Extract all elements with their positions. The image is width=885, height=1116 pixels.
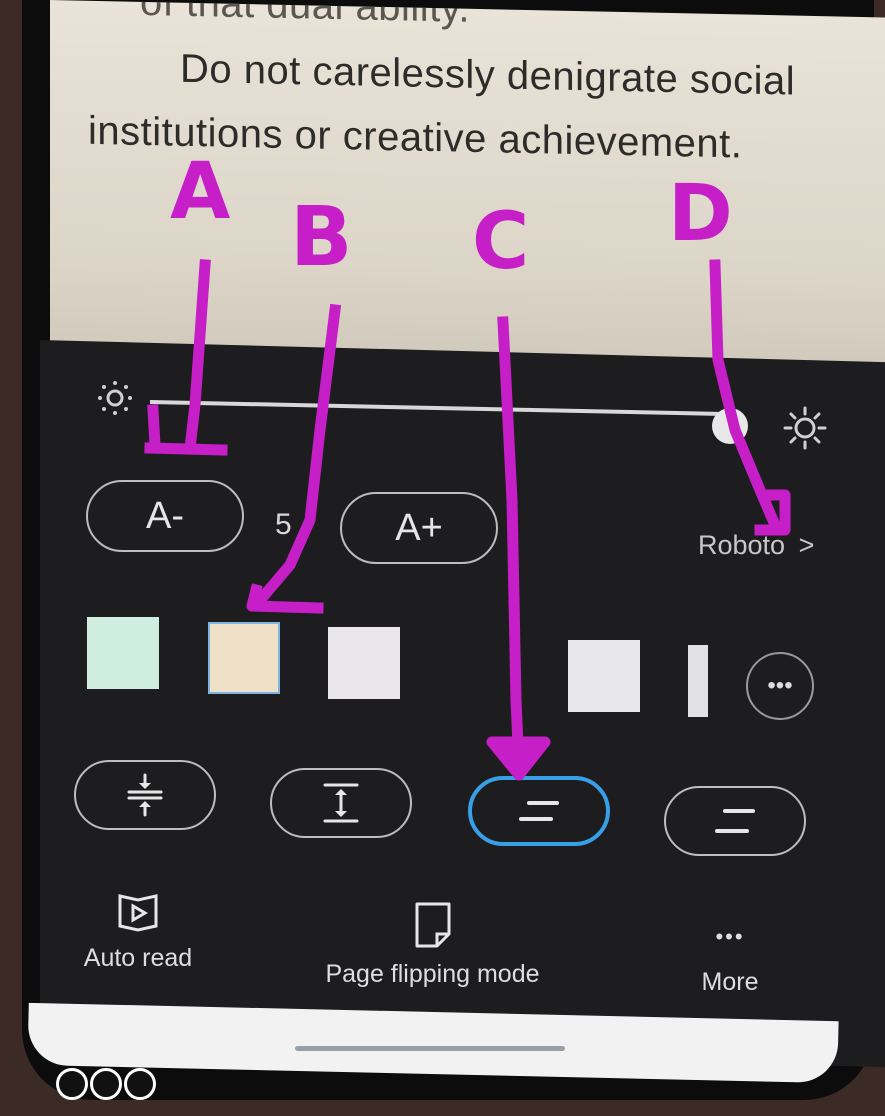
- annotation-overlay: A B C D: [144, 147, 791, 781]
- annotation-label-b: B: [290, 190, 353, 285]
- annotation-label-a: A: [170, 147, 230, 237]
- annotation-label-c: C: [472, 197, 529, 287]
- annotation-label-d: D: [668, 169, 733, 259]
